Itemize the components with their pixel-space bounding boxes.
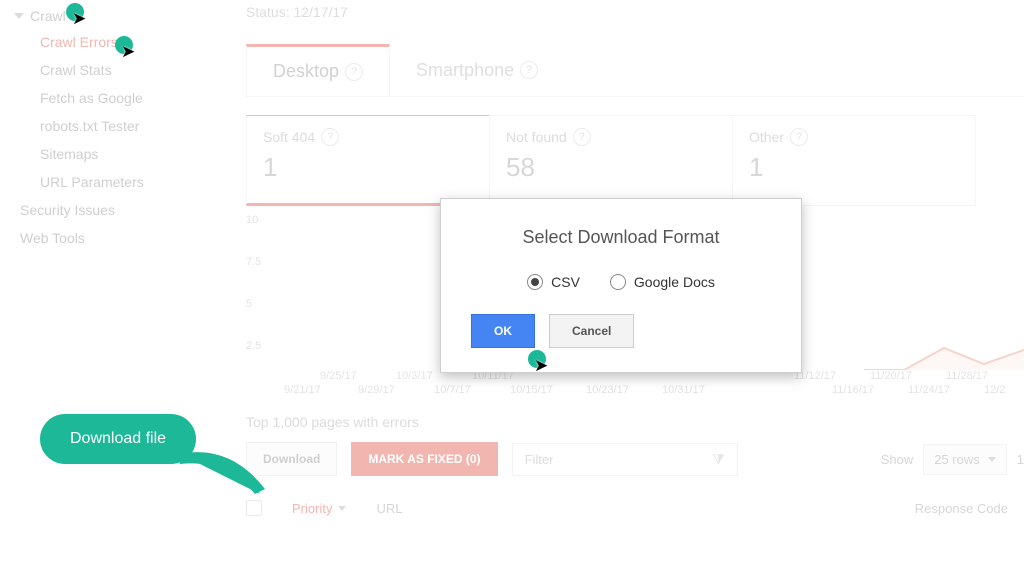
sidebar-item-web-tools[interactable]: Web Tools: [0, 224, 210, 252]
sidebar-item-fetch-as-google[interactable]: Fetch as Google: [40, 84, 210, 112]
show-label: Show: [881, 452, 914, 467]
page-start: 1: [1017, 452, 1024, 467]
help-icon[interactable]: ?: [345, 63, 363, 81]
y-tick: 2.5: [246, 340, 261, 352]
help-icon[interactable]: ?: [520, 61, 538, 79]
table-toolbar: Download MARK AS FIXED (0) Filter ⧩ Show…: [246, 442, 1024, 476]
sidebar-item-robots-txt[interactable]: robots.txt Tester: [40, 112, 210, 140]
help-icon[interactable]: ?: [573, 128, 591, 146]
card-title-label: Soft 404: [263, 129, 315, 145]
ok-button[interactable]: OK: [471, 314, 535, 348]
tab-desktop[interactable]: Desktop ?: [246, 44, 390, 96]
dialog-title: Select Download Format: [471, 227, 771, 248]
help-icon[interactable]: ?: [321, 128, 339, 146]
device-tabs: Desktop ? Smartphone ?: [246, 44, 1024, 97]
y-tick: 5: [246, 298, 252, 310]
card-other[interactable]: Other? 1: [732, 115, 976, 206]
error-type-cards: Soft 404? 1 Not found? 58 Other? 1: [246, 115, 1024, 206]
sidebar-item-url-parameters[interactable]: URL Parameters: [40, 168, 210, 196]
sidebar-group-crawl[interactable]: Crawl: [0, 4, 210, 28]
help-icon[interactable]: ?: [790, 128, 808, 146]
filter-placeholder: Filter: [525, 452, 554, 467]
y-tick: 7.5: [246, 256, 261, 268]
status-line: Status: 12/17/17: [246, 0, 1024, 20]
card-title-label: Not found: [506, 129, 567, 145]
col-url[interactable]: URL: [376, 501, 402, 516]
radio-csv[interactable]: CSV: [527, 274, 580, 290]
rows-select-value: 25 rows: [934, 452, 980, 467]
tab-desktop-label: Desktop: [273, 61, 339, 82]
card-count: 58: [506, 152, 716, 183]
sort-desc-icon: [338, 506, 346, 511]
col-priority[interactable]: Priority: [292, 501, 346, 516]
card-count: 1: [749, 152, 959, 183]
sidebar: Crawl Crawl Errors Crawl Stats Fetch as …: [0, 0, 210, 252]
card-soft404[interactable]: Soft 404? 1: [246, 115, 490, 206]
radio-icon: [527, 274, 543, 290]
sidebar-item-security-issues[interactable]: Security Issues: [0, 196, 210, 224]
radio-gdocs[interactable]: Google Docs: [610, 274, 715, 290]
table-subheading: Top 1,000 pages with errors: [246, 414, 1024, 430]
card-count: 1: [263, 152, 473, 183]
table-header: Priority URL Response Code: [246, 500, 1024, 516]
annotation-callout: Download file: [40, 414, 196, 464]
sidebar-group-label: Crawl: [30, 8, 66, 24]
mark-fixed-button[interactable]: MARK AS FIXED (0): [351, 442, 497, 476]
tab-smartphone-label: Smartphone: [416, 60, 514, 81]
filter-input[interactable]: Filter ⧩: [512, 443, 738, 476]
caret-down-icon: [988, 457, 996, 462]
y-tick: 10: [246, 214, 258, 226]
rows-select[interactable]: 25 rows: [923, 444, 1007, 475]
radio-csv-label: CSV: [551, 274, 580, 290]
radio-icon: [610, 274, 626, 290]
tab-smartphone[interactable]: Smartphone ?: [390, 44, 564, 96]
filter-icon: ⧩: [712, 451, 725, 468]
sidebar-item-sitemaps[interactable]: Sitemaps: [40, 140, 210, 168]
caret-down-icon: [14, 13, 24, 19]
radio-gdocs-label: Google Docs: [634, 274, 715, 290]
chart-line: [864, 340, 1024, 370]
card-title-label: Other: [749, 129, 784, 145]
col-response-code[interactable]: Response Code: [915, 501, 1008, 516]
card-notfound[interactable]: Not found? 58: [489, 115, 733, 206]
download-format-dialog: Select Download Format CSV Google Docs O…: [440, 198, 802, 373]
cancel-button[interactable]: Cancel: [549, 314, 634, 348]
x-axis: 9/25/17 10/3/17 10/11/17 11/12/17 11/20/…: [274, 370, 1024, 404]
